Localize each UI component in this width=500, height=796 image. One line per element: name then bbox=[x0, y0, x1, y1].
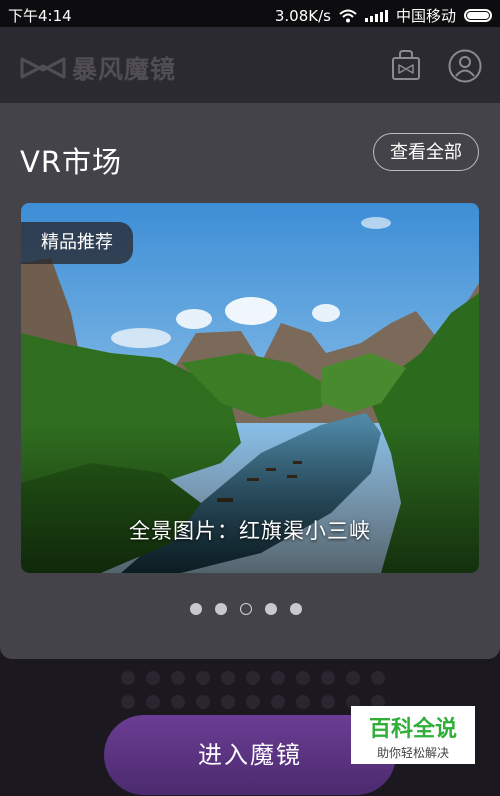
pager-dot[interactable] bbox=[265, 603, 277, 615]
store-icon[interactable] bbox=[391, 49, 421, 81]
app-header: 暴风魔镜 bbox=[0, 27, 500, 103]
status-indicators: 3.08K/s 中国移动 bbox=[275, 5, 492, 26]
pager-dot[interactable] bbox=[190, 603, 202, 615]
pager-dot[interactable] bbox=[290, 603, 302, 615]
watermark-title: 百科全说 bbox=[368, 717, 457, 742]
brand-name: 暴风魔镜 bbox=[72, 55, 177, 84]
vr-market-panel: VR市场 查看全部 精品推荐 全景图片：红旗渠小三峡 bbox=[0, 103, 500, 659]
pager-dot[interactable] bbox=[215, 603, 227, 615]
section-title: VR市场 bbox=[20, 145, 122, 179]
banner-caption: 全景图片：红旗渠小三峡 bbox=[129, 519, 371, 543]
app-logo: 暴风魔镜 bbox=[20, 50, 176, 86]
wifi-icon bbox=[339, 9, 357, 22]
watermark-badge: 百科全说 助你轻松解决 bbox=[351, 706, 475, 764]
featured-banner[interactable]: 精品推荐 全景图片：红旗渠小三峡 bbox=[21, 203, 479, 573]
status-bar: 下午4:14 3.08K/s 中国移动 bbox=[0, 0, 500, 27]
watermark-subtitle: 助你轻松解决 bbox=[376, 746, 449, 760]
pager-dot-active[interactable] bbox=[240, 603, 252, 615]
view-all-button[interactable]: 查看全部 bbox=[373, 133, 479, 171]
status-time: 下午4:14 bbox=[8, 7, 72, 25]
featured-tag: 精品推荐 bbox=[21, 222, 133, 264]
decorative-dot-grid bbox=[121, 671, 385, 709]
signal-icon bbox=[364, 9, 388, 22]
network-speed: 3.08K/s bbox=[274, 6, 331, 25]
user-icon[interactable] bbox=[448, 49, 482, 83]
carrier-name: 中国移动 bbox=[395, 7, 456, 25]
battery-icon bbox=[464, 9, 492, 22]
carousel-pager bbox=[190, 603, 302, 615]
logo-icon bbox=[20, 57, 66, 79]
